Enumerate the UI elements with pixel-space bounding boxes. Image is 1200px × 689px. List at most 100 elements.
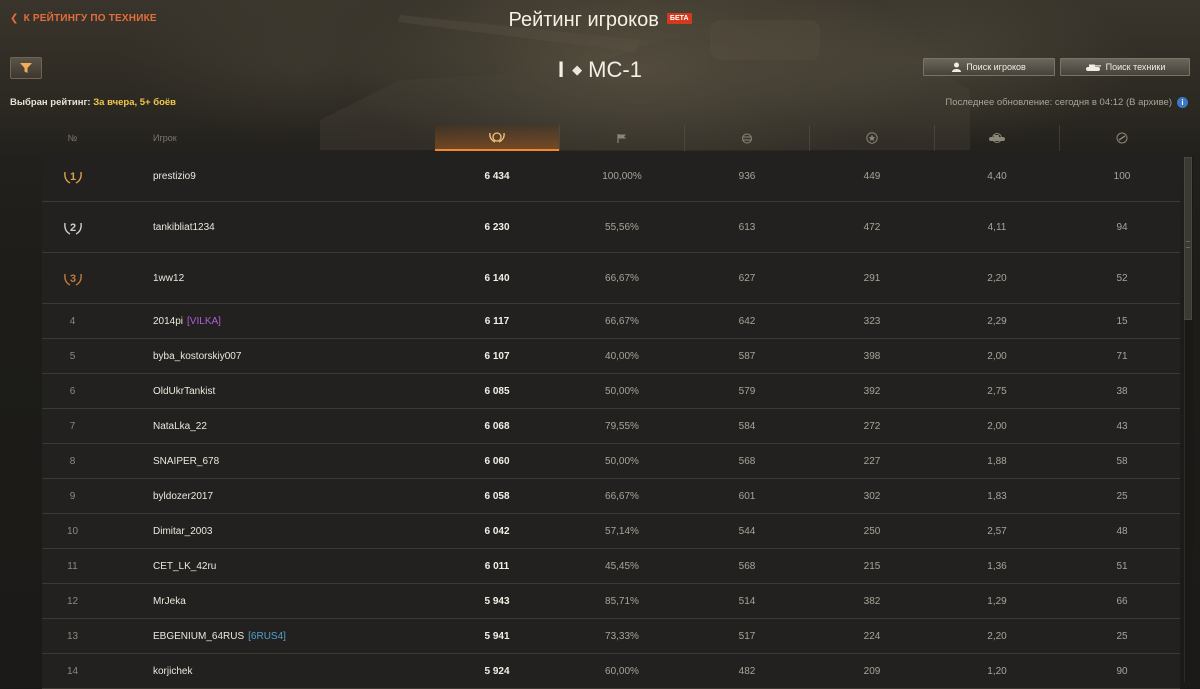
table-row[interactable]: 13 EBGENIUM_64RUS [6RUS4] 5 941 73,33% 517 224…: [42, 619, 1180, 654]
winrate-value: 66,67%: [605, 272, 639, 284]
selected-rating-value[interactable]: За вчера, 5+ боёв: [93, 97, 176, 108]
search-players-label: Поиск игроков: [966, 62, 1026, 72]
rank-number: 13: [66, 630, 79, 642]
rank-medal-number: 1: [69, 171, 75, 183]
table-row[interactable]: 11 CET_LK_42ru 6 011 45,45% 568 215 1,36 51: [42, 549, 1180, 584]
rank-number: 5: [69, 350, 76, 362]
player-name[interactable]: byldozer2017: [153, 491, 213, 502]
rating-value: 6 060: [484, 455, 510, 467]
search-players-button[interactable]: Поиск игроков: [923, 58, 1055, 76]
column-header-damage[interactable]: [685, 125, 809, 151]
rating-value: 6 068: [484, 420, 510, 432]
rating-table-body: 1 prestizio9 6 434 100,00% 936 449 4,40 100 2 tan…: [42, 151, 1180, 689]
player-name[interactable]: korjichek: [153, 666, 192, 677]
player-name[interactable]: SNAIPER_678: [153, 456, 219, 467]
rating-value: 6 085: [484, 385, 510, 397]
frags-value: 2,29: [987, 315, 1007, 327]
table-row[interactable]: 3 1ww12 6 140 66,67% 627 291 2,20 52: [42, 253, 1180, 304]
rank-medal-icon: 2: [63, 222, 82, 235]
frags-value: 2,57: [987, 525, 1007, 537]
table-row[interactable]: 12 MrJeka 5 943 85,71% 514 382 1,29 66: [42, 584, 1180, 619]
rating-filter-button[interactable]: [10, 57, 42, 79]
rank-number: 10: [66, 525, 79, 537]
table-row[interactable]: 6 OldUkrTankist 6 085 50,00% 579 392 2,75 38: [42, 374, 1180, 409]
frags-value: 1,29: [987, 595, 1007, 607]
scrollbar-thumb[interactable]: [1184, 157, 1192, 320]
info-icon[interactable]: i: [1177, 97, 1188, 108]
winrate-value: 85,71%: [605, 595, 639, 607]
table-row[interactable]: 9 byldozer2017 6 058 66,67% 601 302 1,83 25: [42, 479, 1180, 514]
search-vehicles-label: Поиск техники: [1105, 62, 1166, 72]
damage-value: 514: [738, 595, 756, 607]
rating-value: 6 011: [484, 560, 510, 572]
frags-value: 2,00: [987, 350, 1007, 362]
column-header-rating[interactable]: [435, 125, 559, 151]
spotted-value: 48: [1116, 525, 1128, 537]
winrate-value: 50,00%: [605, 385, 639, 397]
player-name[interactable]: prestizio9: [153, 171, 196, 182]
column-header-experience[interactable]: [810, 125, 934, 151]
player-name[interactable]: tankibliat1234: [153, 222, 215, 233]
beta-badge: БЕТА: [666, 13, 692, 24]
column-header-winrate[interactable]: [560, 125, 684, 151]
table-row[interactable]: 1 prestizio9 6 434 100,00% 936 449 4,40 100: [42, 151, 1180, 202]
player-name[interactable]: 1ww12: [153, 273, 184, 284]
player-name[interactable]: byba_kostorskiy007: [153, 351, 241, 362]
table-row[interactable]: 14 korjichek 5 924 60,00% 482 209 1,20 90: [42, 654, 1180, 689]
column-separator: [809, 125, 810, 151]
player-name[interactable]: 2014pi: [153, 316, 183, 327]
table-row[interactable]: 10 Dimitar_2003 6 042 57,14% 544 250 2,57 48: [42, 514, 1180, 549]
spotted-value: 25: [1116, 630, 1128, 642]
vehicle-tier: I: [558, 57, 565, 82]
table-row[interactable]: 8 SNAIPER_678 6 060 50,00% 568 227 1,88 58: [42, 444, 1180, 479]
column-header-player[interactable]: Игрок: [153, 125, 273, 151]
rank-number: 9: [69, 490, 76, 502]
frags-value: 1,88: [987, 455, 1007, 467]
player-name[interactable]: NataLka_22: [153, 421, 207, 432]
rank-medal-icon: 1: [63, 171, 82, 184]
player-name[interactable]: OldUkrTankist: [153, 386, 215, 397]
damage-value: 584: [738, 420, 756, 432]
filter-funnel-icon: [20, 63, 32, 73]
player-name[interactable]: EBGENIUM_64RUS: [153, 631, 244, 642]
last-update-text: Последнее обновление: сегодня в 04:12 (В…: [945, 97, 1172, 108]
rank-number: 14: [66, 665, 79, 677]
column-header-frags[interactable]: [935, 125, 1059, 151]
player-name-cell: Dimitar_2003: [153, 514, 453, 548]
rating-value: 5 941: [484, 630, 510, 642]
search-vehicles-button[interactable]: Поиск техники: [1060, 58, 1190, 76]
player-name[interactable]: Dimitar_2003: [153, 526, 212, 537]
damage-value: 544: [738, 525, 756, 537]
experience-value: 398: [863, 350, 881, 362]
experience-value: 250: [863, 525, 881, 537]
player-name-cell: byba_kostorskiy007: [153, 339, 453, 373]
rank-medal-icon: 3: [63, 273, 82, 286]
experience-value: 224: [863, 630, 881, 642]
frags-value: 2,75: [987, 385, 1007, 397]
table-row[interactable]: 7 NataLka_22 6 068 79,55% 584 272 2,00 43: [42, 409, 1180, 444]
player-name-cell: byldozer2017: [153, 479, 453, 513]
player-name-cell: 1ww12: [153, 253, 453, 303]
column-header-spotted[interactable]: [1060, 125, 1184, 151]
clan-tag[interactable]: [VILKA]: [187, 316, 221, 327]
experience-value: 323: [863, 315, 881, 327]
star-icon: [866, 132, 878, 144]
clan-tag[interactable]: [6RUS4]: [248, 631, 286, 642]
rating-value: 6 140: [484, 272, 510, 284]
frags-value: 4,40: [987, 170, 1007, 182]
flag-icon: [617, 133, 626, 143]
table-row[interactable]: 5 byba_kostorskiy007 6 107 40,00% 587 398 2,00…: [42, 339, 1180, 374]
experience-value: 291: [863, 272, 881, 284]
player-name-cell: tankibliat1234: [153, 202, 453, 252]
rank-number: 11: [67, 560, 78, 572]
column-header-number[interactable]: №: [55, 125, 90, 151]
table-row[interactable]: 4 2014pi [VILKA] 6 117 66,67% 642 323 2,29 15: [42, 304, 1180, 339]
player-name-cell: NataLka_22: [153, 409, 453, 443]
experience-value: 392: [863, 385, 881, 397]
winrate-value: 100,00%: [602, 170, 642, 182]
spotted-value: 100: [1113, 170, 1131, 182]
table-row[interactable]: 2 tankibliat1234 6 230 55,56% 613 472 4,11 94: [42, 202, 1180, 253]
player-name[interactable]: MrJeka: [153, 596, 186, 607]
player-name[interactable]: CET_LK_42ru: [153, 561, 216, 572]
player-name-cell: MrJeka: [153, 584, 453, 618]
